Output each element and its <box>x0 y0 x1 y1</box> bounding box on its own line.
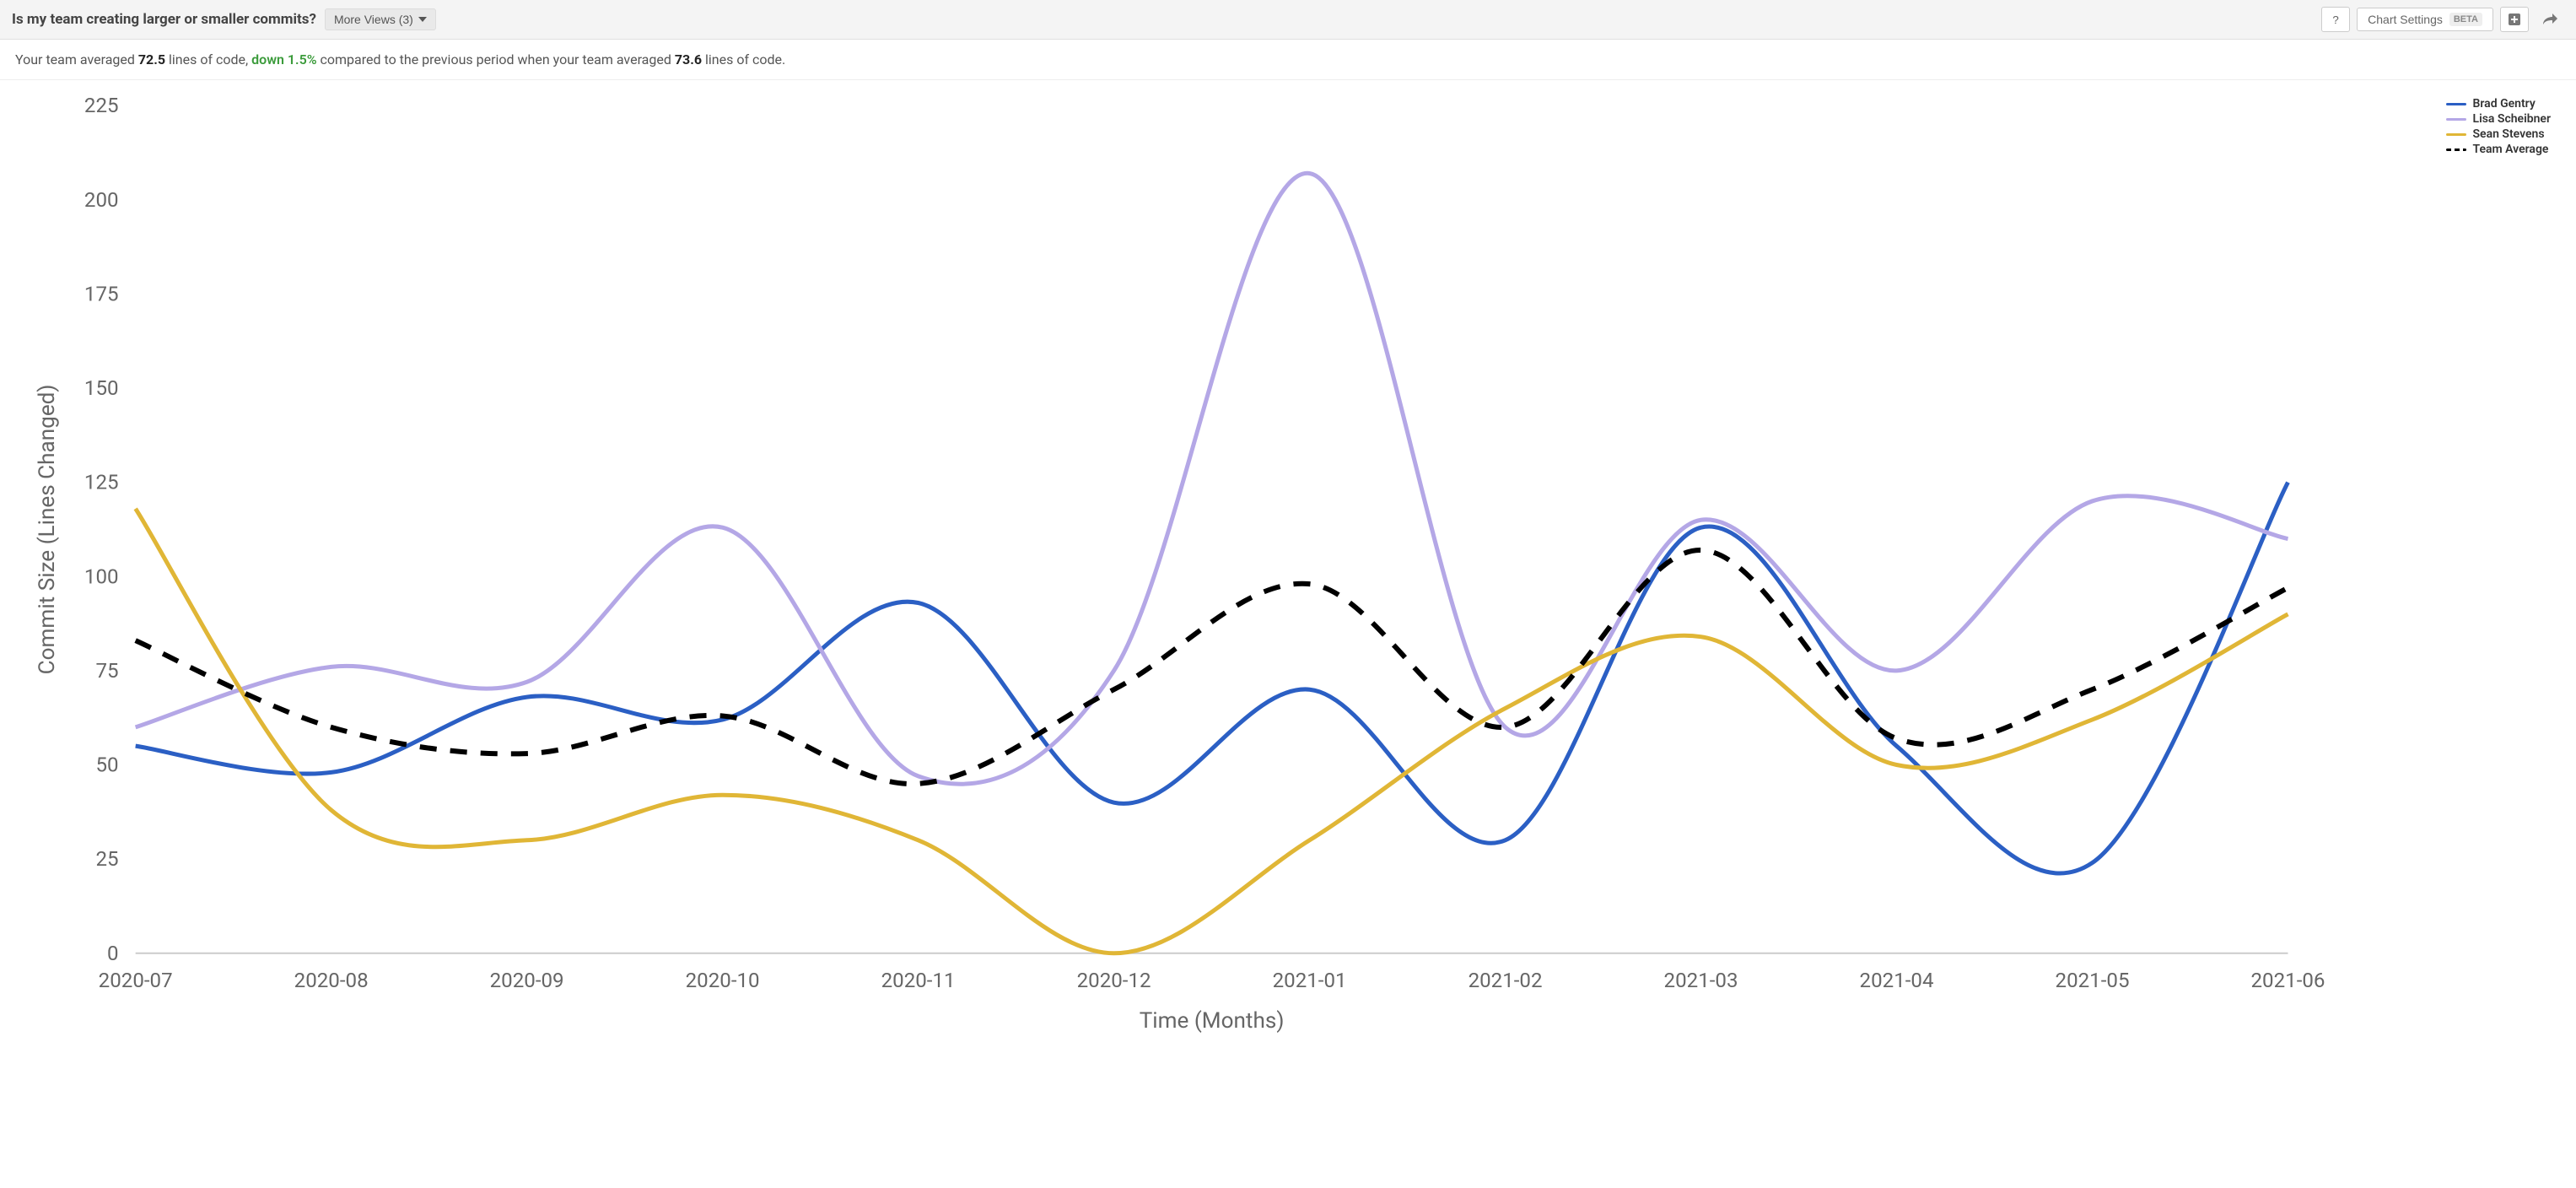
x-tick-label: 2021-04 <box>1860 969 1934 992</box>
y-tick-label: 25 <box>95 847 118 871</box>
x-tick-label: 2020-07 <box>99 969 173 992</box>
y-tick-label: 75 <box>95 659 118 683</box>
legend-swatch <box>2446 133 2466 136</box>
help-button[interactable]: ? <box>2321 7 2350 32</box>
y-tick-label: 0 <box>107 942 119 965</box>
x-tick-label: 2021-06 <box>2251 969 2325 992</box>
y-tick-label: 150 <box>84 376 119 400</box>
legend-swatch <box>2446 148 2466 151</box>
y-tick-label: 175 <box>84 282 119 305</box>
summary-delta: down 1.5% <box>251 51 316 68</box>
summary-avg: 72.5 <box>138 51 165 68</box>
chart-area: Brad GentryLisa ScheibnerSean Stevens Tea… <box>0 80 2576 1058</box>
summary-prev-avg: 73.6 <box>675 51 702 68</box>
legend-swatch <box>2446 118 2466 121</box>
add-panel-icon <box>2508 13 2521 26</box>
series-line[interactable] <box>136 173 2288 784</box>
legend-swatch <box>2446 103 2466 105</box>
more-views-button[interactable]: More Views (3) <box>325 8 436 30</box>
chevron-down-icon <box>418 17 427 22</box>
toolbar: Is my team creating larger or smaller co… <box>0 0 2576 40</box>
legend-item[interactable]: Team Average <box>2446 143 2552 156</box>
share-button[interactable] <box>2536 7 2564 32</box>
legend-label: Team Average <box>2473 143 2549 156</box>
y-tick-label: 200 <box>84 188 119 212</box>
legend-item[interactable]: Sean Stevens <box>2446 127 2552 141</box>
summary-mid1: lines of code, <box>165 51 251 68</box>
x-tick-label: 2021-02 <box>1469 969 1543 992</box>
chart-settings-button[interactable]: Chart Settings BETA <box>2357 8 2493 31</box>
more-views-label: More Views (3) <box>334 13 413 26</box>
legend-label: Sean Stevens <box>2473 127 2545 141</box>
y-tick-label: 125 <box>84 471 119 494</box>
legend-item[interactable]: Brad Gentry <box>2446 97 2552 111</box>
x-tick-label: 2020-08 <box>294 969 369 992</box>
y-tick-label: 225 <box>84 94 119 117</box>
add-panel-button[interactable] <box>2500 7 2529 32</box>
summary-sentence: Your team averaged 72.5 lines of code, d… <box>0 40 2576 80</box>
x-tick-label: 2020-09 <box>490 969 564 992</box>
legend: Brad GentryLisa ScheibnerSean Stevens Tea… <box>2446 97 2552 158</box>
legend-label: Lisa Scheibner <box>2473 112 2552 126</box>
series-line[interactable] <box>136 509 2288 953</box>
beta-badge: BETA <box>2449 13 2482 26</box>
chart-settings-label: Chart Settings <box>2368 13 2443 26</box>
y-axis-title: Commit Size (Lines Changed) <box>35 384 60 674</box>
line-chart[interactable]: 0 25 50 75 100 125 150 175 200 225 2020-07 2020-08 2… <box>17 89 2559 1038</box>
summary-mid2: compared to the previous period when you… <box>317 51 675 68</box>
x-tick-label: 2021-01 <box>1273 969 1347 992</box>
y-tick-label: 50 <box>95 753 118 777</box>
y-tick-label: 100 <box>84 564 119 588</box>
x-axis-title: Time (Months) <box>1140 1008 1285 1034</box>
x-tick-label: 2020-12 <box>1077 969 1151 992</box>
page-title: Is my team creating larger or smaller co… <box>12 11 316 28</box>
help-icon: ? <box>2332 14 2338 26</box>
legend-label: Brad Gentry <box>2473 97 2536 111</box>
x-tick-label: 2020-10 <box>686 969 760 992</box>
x-tick-label: 2021-05 <box>2056 969 2130 992</box>
share-arrow-icon <box>2541 13 2558 26</box>
summary-suffix: lines of code. <box>702 51 785 68</box>
legend-item[interactable]: Lisa Scheibner <box>2446 112 2552 126</box>
summary-prefix: Your team averaged <box>15 51 138 68</box>
series-line[interactable] <box>136 483 2288 873</box>
x-tick-label: 2020-11 <box>881 969 956 992</box>
x-tick-label: 2021-03 <box>1664 969 1738 992</box>
